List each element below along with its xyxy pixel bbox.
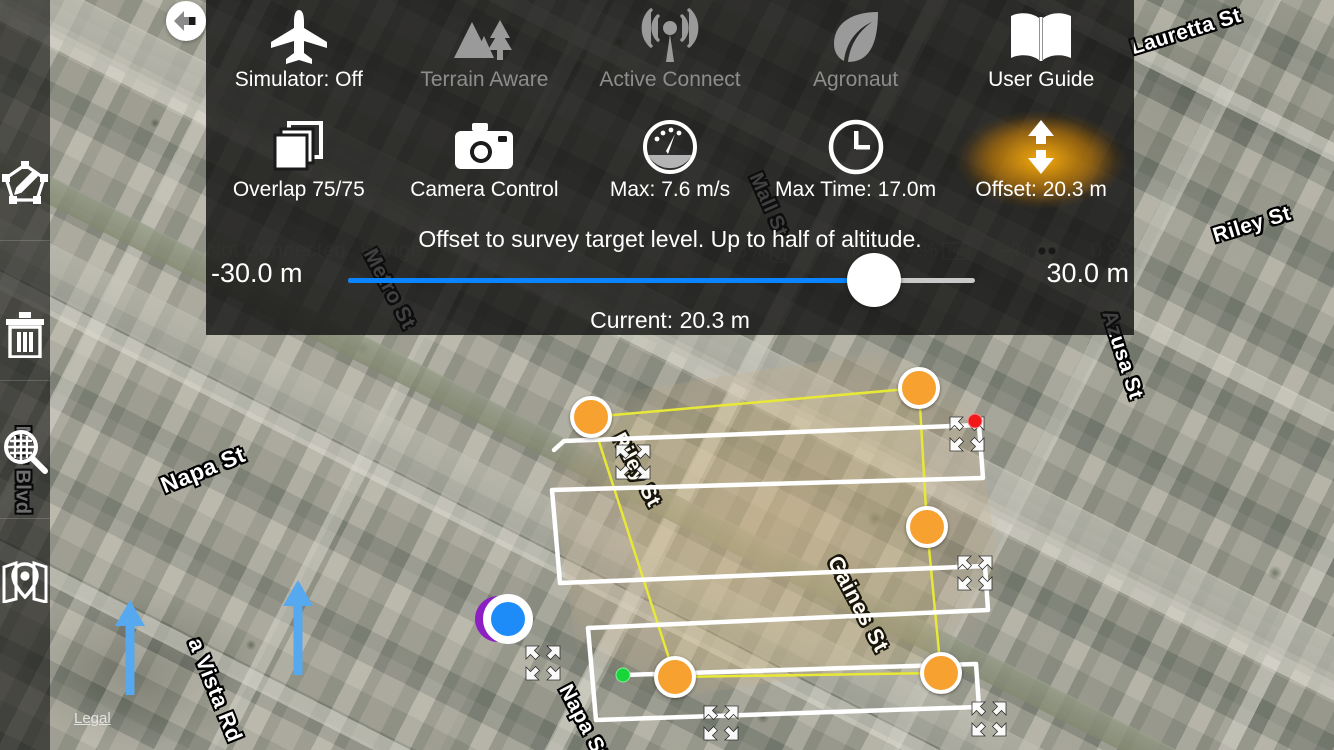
tile-label: Terrain Aware <box>420 68 549 91</box>
mountain-tree-icon <box>452 7 516 67</box>
offset-max-label: 30.0 m <box>1046 258 1129 288</box>
tile-active-connect[interactable]: Active Connect <box>577 0 763 110</box>
settings-panel: Simulator: Off Terrain Aware Active Conn… <box>206 0 1134 335</box>
offset-slider-thumb[interactable] <box>847 253 901 307</box>
drone-survey-app: Lauretta StRiley StAzusa StNapa StMetro … <box>0 0 1334 750</box>
camera-icon <box>454 117 514 177</box>
position-dot <box>491 602 525 636</box>
offset-slider[interactable]: -30.0 m 30.0 m <box>206 253 1134 310</box>
tile-label: Overlap 75/75 <box>232 178 365 201</box>
tile-overlap[interactable]: Overlap 75/75 <box>206 110 392 220</box>
layers-icon <box>271 117 327 177</box>
grid-magnifier-icon <box>4 430 48 474</box>
survey-corner-handle[interactable] <box>898 367 940 409</box>
arrow-left-icon <box>174 11 196 31</box>
tile-offset[interactable]: Offset: 20.3 m <box>948 110 1134 220</box>
tile-label: Active Connect <box>599 68 741 91</box>
offset-current-label: Current: 20.3 m <box>590 307 750 333</box>
rail-divider-1 <box>0 240 50 241</box>
tile-simulator[interactable]: Simulator: Off <box>206 0 392 110</box>
rail-divider-3 <box>0 518 50 519</box>
tile-label: Offset: 20.3 m <box>975 178 1107 201</box>
tile-label: Simulator: Off <box>234 68 363 91</box>
tile-label: Agronaut <box>812 68 899 91</box>
offset-min-label: -30.0 m <box>211 258 303 288</box>
leaf-icon <box>828 7 884 67</box>
trash-icon <box>6 312 44 358</box>
speedometer-icon <box>642 117 698 177</box>
polygon-edit-icon <box>2 161 48 204</box>
survey-corner-handle[interactable] <box>920 652 962 694</box>
tile-label: User Guide <box>988 68 1095 91</box>
tile-label: Max Time: 17.0m <box>775 178 937 201</box>
tile-terrain-aware[interactable]: Terrain Aware <box>392 0 578 110</box>
map-pin-icon <box>2 561 48 603</box>
back-button[interactable] <box>166 1 206 41</box>
sidebar-item-map-pin[interactable] <box>0 534 50 630</box>
airplane-icon <box>268 7 330 67</box>
offset-description: Offset to survey target level. Up to hal… <box>418 226 922 252</box>
panel-row-1: Simulator: Off Terrain Aware Active Conn… <box>206 0 1134 110</box>
move-handle-icon[interactable] <box>969 699 1009 739</box>
clock-icon <box>828 117 884 177</box>
tool-rail <box>0 0 50 750</box>
panel-row-2: Overlap 75/75 Camera Control Max: 7.6 m/… <box>206 110 1134 220</box>
book-icon <box>1009 7 1073 67</box>
survey-end-marker <box>967 413 983 429</box>
tile-label: Max: 7.6 m/s <box>609 178 731 201</box>
tile-agronaut[interactable]: Agronaut <box>763 0 949 110</box>
tile-camera-control[interactable]: Camera Control <box>392 110 578 220</box>
tile-max-speed[interactable]: Max: 7.6 m/s <box>577 110 763 220</box>
survey-corner-handle[interactable] <box>570 396 612 438</box>
tile-user-guide[interactable]: User Guide <box>948 0 1134 110</box>
up-down-arrows-icon <box>1021 117 1061 177</box>
survey-corner-handle[interactable] <box>654 656 696 698</box>
survey-corner-handle[interactable] <box>906 506 948 548</box>
tile-max-time[interactable]: Max Time: 17.0m <box>763 110 949 220</box>
rail-divider-2 <box>0 380 50 381</box>
move-handle-icon[interactable] <box>523 643 563 683</box>
sidebar-item-delete[interactable] <box>0 287 50 383</box>
tile-label: Camera Control <box>410 178 559 201</box>
offset-slider-track[interactable] <box>348 253 975 307</box>
offset-slider-fill <box>348 278 874 283</box>
antenna-signal-icon <box>639 7 701 67</box>
aircraft-position-icon[interactable] <box>475 592 533 648</box>
sidebar-item-edit-polygon[interactable] <box>0 135 50 231</box>
move-handle-icon[interactable] <box>701 703 741 743</box>
move-handle-icon[interactable] <box>955 553 995 593</box>
survey-start-marker <box>615 667 631 683</box>
move-handle-icon[interactable] <box>613 442 653 482</box>
sidebar-item-grid-search[interactable] <box>0 403 50 499</box>
